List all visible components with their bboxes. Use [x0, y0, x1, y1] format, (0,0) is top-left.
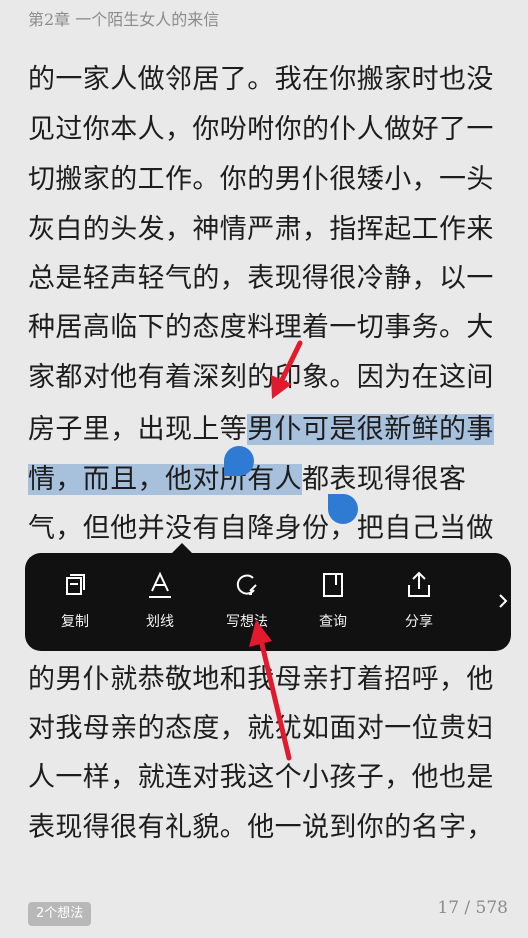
- page-number: 17 / 578: [437, 898, 508, 918]
- arrow-to-write-thought: [249, 620, 292, 761]
- annotation-arrows: [249, 340, 303, 761]
- thoughts-count-badge[interactable]: 2个想法: [28, 902, 92, 926]
- arrow-to-selection: [271, 340, 303, 399]
